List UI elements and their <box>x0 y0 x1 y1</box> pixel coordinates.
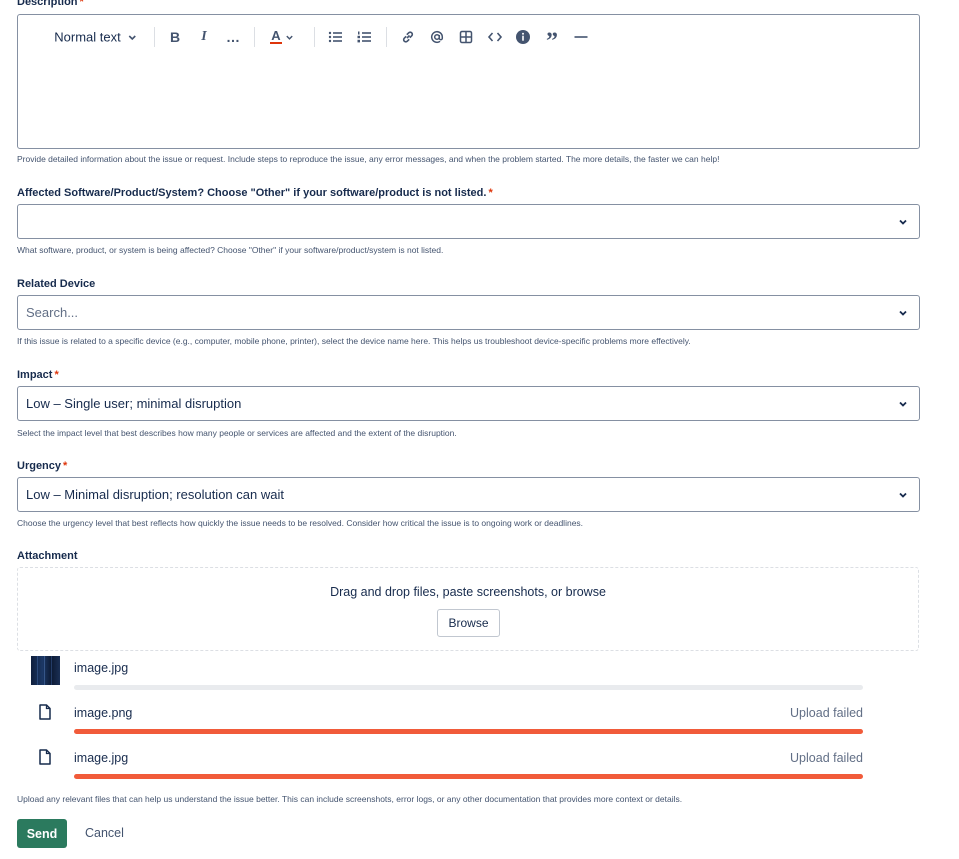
chevron-down-icon <box>286 35 293 40</box>
text-color-button[interactable]: A <box>270 28 294 44</box>
description-label: Description * <box>17 0 84 8</box>
mention-icon <box>430 31 444 44</box>
description-label-text: Description <box>17 0 78 8</box>
chevron-down-icon <box>129 34 137 40</box>
description-help: Provide detailed information about the i… <box>17 154 720 164</box>
dropzone-text: Drag and drop files, paste screenshots, … <box>330 585 606 599</box>
impact-help: Select the impact level that best descri… <box>17 428 457 438</box>
link-button[interactable] <box>401 30 415 44</box>
related-device-help: If this issue is related to a specific d… <box>17 336 691 346</box>
chevron-down-icon <box>899 492 907 498</box>
bold-button[interactable]: B <box>170 29 180 45</box>
affected-software-help: What software, product, or system is bei… <box>17 245 444 255</box>
affected-software-select[interactable] <box>17 204 920 239</box>
bullet-list-button[interactable] <box>328 31 342 43</box>
attachment-help: Upload any relevant files that can help … <box>17 794 683 804</box>
divider-button[interactable] <box>574 35 588 39</box>
file-name: image.jpg <box>74 661 129 675</box>
required-mark: * <box>63 460 68 472</box>
browse-button[interactable]: Browse <box>437 609 500 637</box>
upload-progress-bar <box>74 685 863 690</box>
impact-select[interactable]: Low – Single user; minimal disruption <box>17 386 920 421</box>
description-editor[interactable]: Normal text B I … A ” <box>17 14 920 149</box>
code-icon <box>487 32 503 42</box>
upload-progress-bar <box>74 729 863 734</box>
bullet-list-icon <box>328 31 342 43</box>
related-device-placeholder: Search... <box>26 305 79 320</box>
cancel-button[interactable]: Cancel <box>85 826 124 840</box>
toolbar-divider <box>154 27 155 47</box>
toolbar-divider <box>254 27 255 47</box>
urgency-label: Urgency * <box>17 460 67 472</box>
text-style-dropdown[interactable]: Normal text <box>54 30 137 45</box>
italic-button[interactable]: I <box>201 29 206 45</box>
table-button[interactable] <box>459 30 473 44</box>
chevron-down-icon <box>899 310 907 316</box>
mention-button[interactable] <box>430 30 444 44</box>
file-icon <box>38 704 52 725</box>
browse-button-label: Browse <box>448 616 489 630</box>
related-device-search[interactable]: Search... <box>17 295 920 330</box>
table-icon <box>459 30 473 44</box>
more-formatting-button[interactable]: … <box>226 29 240 45</box>
file-name: image.jpg <box>74 751 129 765</box>
required-mark: * <box>488 187 493 199</box>
quote-button[interactable]: ” <box>546 24 558 55</box>
numbered-list-button[interactable] <box>357 31 371 43</box>
italic-icon: I <box>201 29 207 44</box>
file-icon <box>38 749 52 770</box>
impact-label-text: Impact <box>17 369 53 381</box>
affected-software-label-text: Affected Software/Product/System? Choose… <box>17 187 487 199</box>
urgency-help: Choose the urgency level that best refle… <box>17 518 584 528</box>
send-button-label: Send <box>26 826 58 841</box>
required-mark: * <box>54 369 59 381</box>
send-button[interactable]: Send <box>17 819 67 848</box>
affected-software-label: Affected Software/Product/System? Choose… <box>17 187 493 199</box>
required-mark: * <box>79 0 84 8</box>
toolbar-divider <box>386 27 387 47</box>
urgency-select[interactable]: Low – Minimal disruption; resolution can… <box>17 477 920 512</box>
quote-icon: ” <box>546 28 558 55</box>
upload-progress-bar <box>74 774 863 779</box>
chevron-down-icon <box>899 219 907 225</box>
attachment-label: Attachment <box>17 550 78 562</box>
upload-status: Upload failed <box>790 751 863 765</box>
urgency-value: Low – Minimal disruption; resolution can… <box>26 487 284 502</box>
text-style-label: Normal text <box>54 29 121 45</box>
code-button[interactable] <box>487 31 503 43</box>
link-icon <box>402 31 414 43</box>
chevron-down-icon <box>899 401 907 407</box>
numbered-list-icon <box>357 31 371 43</box>
text-color-icon: A <box>270 28 282 44</box>
upload-status: Upload failed <box>790 706 863 720</box>
more-icon: … <box>226 29 240 45</box>
related-device-label: Related Device <box>17 278 96 290</box>
horizontal-rule-icon <box>574 36 588 38</box>
bold-icon: B <box>169 29 181 45</box>
image-thumbnail <box>31 656 60 685</box>
toolbar-divider <box>314 27 315 47</box>
info-icon <box>516 30 530 44</box>
info-panel-button[interactable] <box>516 30 531 45</box>
file-name: image.png <box>74 706 133 720</box>
urgency-label-text: Urgency <box>17 460 62 472</box>
impact-label: Impact * <box>17 369 59 381</box>
impact-value: Low – Single user; minimal disruption <box>26 396 242 411</box>
